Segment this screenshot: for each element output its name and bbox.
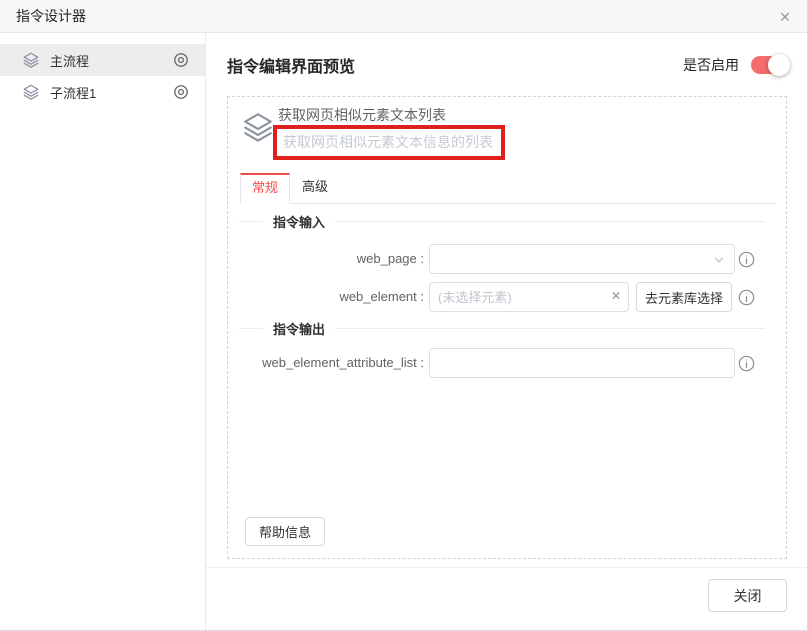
enable-control: 是否启用 <box>683 54 790 76</box>
eye-icon[interactable] <box>173 84 189 100</box>
instruction-title: 获取网页相似元素文本列表 <box>278 107 446 123</box>
footer-divider <box>206 567 807 568</box>
instruction-subtitle-highlighted: 获取网页相似元素文本信息的列表 <box>273 125 505 160</box>
sidebar-item-main-flow[interactable]: 主流程 <box>0 44 205 76</box>
info-icon[interactable] <box>738 251 755 268</box>
enable-toggle[interactable] <box>751 54 790 76</box>
toggle-knob <box>768 54 790 76</box>
section-divider-input: 指令输入 <box>239 212 765 231</box>
instruction-designer-dialog: 指令设计器 ✕ 主流程 子流程1 指令编辑界面预览 是否启用 获取网页相似元素文… <box>0 0 808 631</box>
eye-icon[interactable] <box>173 52 189 68</box>
element-library-button[interactable]: 去元素库选择 <box>636 282 732 312</box>
close-button[interactable]: 关闭 <box>708 579 787 612</box>
tab-bar: 常规 高级 <box>240 173 776 204</box>
info-icon[interactable] <box>738 355 755 372</box>
instruction-preview-panel: 获取网页相似元素文本列表 获取网页相似元素文本信息的列表 常规 高级 指令输入 … <box>227 96 787 559</box>
sidebar-item-label: 主流程 <box>50 53 90 69</box>
clear-icon[interactable]: ✕ <box>611 289 621 303</box>
sidebar-item-sub-flow-1[interactable]: 子流程1 <box>0 76 205 108</box>
layers-icon <box>244 113 272 142</box>
web-page-select[interactable] <box>429 244 735 274</box>
web-element-input[interactable] <box>429 282 629 312</box>
tab-advanced[interactable]: 高级 <box>290 173 340 204</box>
tab-general[interactable]: 常规 <box>240 173 290 204</box>
sidebar-item-label: 子流程1 <box>50 85 97 101</box>
section-title-input: 指令输入 <box>273 215 326 230</box>
field-label-web-element: web_element : <box>339 289 424 304</box>
info-icon[interactable] <box>738 289 755 306</box>
dialog-title: 指令设计器 <box>16 8 86 24</box>
page-title: 指令编辑界面预览 <box>227 59 356 76</box>
section-divider-output: 指令输出 <box>239 319 765 338</box>
help-button[interactable]: 帮助信息 <box>245 517 325 546</box>
layers-icon <box>23 84 39 100</box>
section-title-output: 指令输出 <box>273 322 326 337</box>
web-element-field: ✕ <box>429 282 629 312</box>
sidebar: 主流程 子流程1 <box>0 33 206 630</box>
titlebar: 指令设计器 ✕ <box>0 0 807 33</box>
field-label-attribute-list: web_element_attribute_list : <box>262 355 424 370</box>
enable-label: 是否启用 <box>683 57 739 73</box>
field-label-web-page: web_page : <box>356 251 424 266</box>
attribute-list-input[interactable] <box>429 348 735 378</box>
chevron-down-icon <box>714 257 724 263</box>
close-icon[interactable]: ✕ <box>775 7 795 27</box>
layers-icon <box>23 52 39 68</box>
